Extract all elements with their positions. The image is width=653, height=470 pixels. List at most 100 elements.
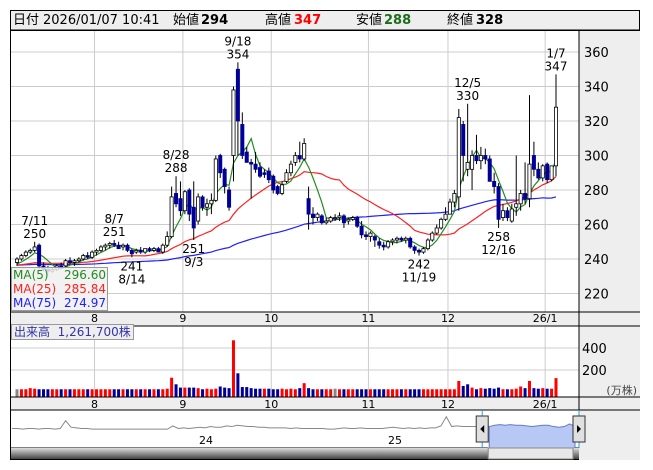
candle-body: [390, 239, 395, 243]
volume-bar: [505, 389, 509, 397]
price-axis-panel: [579, 31, 640, 312]
month-label: 10: [264, 398, 278, 411]
volume-bar: [117, 389, 121, 397]
candle-body: [293, 155, 298, 163]
volume-bar: [245, 387, 249, 397]
volume-bar: [426, 389, 430, 397]
month-label: 12: [441, 312, 455, 325]
volume-bar: [178, 387, 182, 397]
month-label: 10: [264, 312, 278, 325]
volume-bar: [187, 387, 191, 397]
volume-bar: [439, 389, 443, 397]
volume-bar: [395, 389, 399, 397]
candle-body: [545, 163, 550, 181]
volume-bar: [421, 389, 425, 397]
annotation-date: 11/19: [402, 271, 437, 285]
candle-body: [386, 241, 391, 248]
annotation-date: 8/14: [118, 272, 145, 286]
annotation-date: 8/28: [163, 148, 190, 162]
candle-body: [399, 237, 404, 241]
volume-bar: [338, 389, 342, 397]
candle-body: [90, 251, 95, 258]
volume-bar: [156, 389, 160, 397]
volume-bar: [483, 388, 487, 397]
candle-body: [306, 198, 311, 215]
price-tick-label: 280: [584, 184, 609, 199]
month-label: 26/1: [533, 398, 558, 411]
candle-body: [447, 201, 452, 215]
volume-bar: [501, 389, 505, 397]
ma5-label: MA(5): [13, 268, 49, 282]
volume-bar: [209, 389, 213, 397]
candle-body: [244, 151, 249, 163]
volume-bar: [466, 384, 470, 397]
candle-body: [235, 68, 240, 122]
candle-body: [125, 244, 130, 251]
volume-bar: [134, 389, 138, 397]
volume-bar: [293, 389, 297, 397]
annotation-date: 12/16: [481, 243, 516, 257]
candle-body: [549, 165, 554, 181]
volume-bar: [346, 389, 350, 397]
navigator-right-handle[interactable]: [572, 415, 586, 443]
volume-value: 1,261,700株: [57, 325, 131, 339]
volume-bar: [258, 388, 262, 397]
ma75-value: 274.97: [64, 296, 106, 310]
candle-body: [359, 225, 364, 236]
candle-body: [174, 193, 179, 205]
volume-legend: 出来高 1,261,700株: [11, 324, 134, 340]
volume-bar: [28, 388, 32, 397]
candle-body: [333, 217, 338, 220]
volume-bar: [152, 389, 156, 397]
candle-body: [138, 249, 143, 253]
month-label: 11: [361, 398, 375, 411]
candle-body: [337, 215, 342, 218]
candle-body: [160, 244, 165, 253]
volume-tick-label: 200: [582, 364, 607, 379]
candle-body: [147, 248, 152, 251]
candle-body: [280, 184, 285, 194]
candle-body: [63, 260, 68, 267]
ma-legend: MA(5) 296.60 MA(25) 285.84 MA(75) 274.97: [11, 267, 108, 311]
volume-bar: [59, 389, 63, 397]
volume-bar: [77, 389, 81, 397]
volume-bar: [271, 389, 275, 397]
candle-body: [271, 175, 276, 191]
volume-bar: [488, 388, 492, 397]
candle-body: [439, 218, 444, 229]
candle-body: [350, 217, 355, 220]
volume-bar: [373, 389, 377, 397]
volume-bar: [408, 389, 412, 397]
volume-bar: [368, 389, 372, 397]
candle-body: [200, 196, 205, 208]
candle-body: [182, 191, 187, 212]
candle-body: [28, 249, 33, 253]
candle-body: [368, 232, 373, 237]
volume-bar: [457, 381, 461, 397]
candle-body: [240, 124, 245, 156]
candle-body: [249, 161, 254, 165]
volume-bar: [37, 389, 41, 397]
candle-body: [134, 249, 139, 253]
candle-body: [204, 203, 209, 208]
scrollbar-thumb[interactable]: [487, 447, 574, 460]
candle-body: [284, 172, 289, 182]
volume-bar: [342, 389, 346, 397]
annotation-date: 12/5: [454, 76, 481, 90]
volume-bar: [15, 389, 19, 397]
stock-chart[interactable]: 220240260280300320340360200400(万株)889910…: [0, 0, 653, 470]
volume-bar: [448, 389, 452, 397]
candle-body: [487, 158, 492, 182]
volume-bar: [413, 389, 417, 397]
candle-body: [505, 210, 510, 218]
volume-bar: [355, 389, 359, 397]
candle-body: [465, 161, 470, 170]
volume-bar: [479, 388, 483, 397]
volume-bar: [430, 389, 434, 397]
volume-bar: [254, 388, 258, 397]
candle-body: [523, 193, 528, 200]
candle-body: [169, 196, 174, 237]
volume-bar: [510, 389, 514, 397]
navigator-left-handle[interactable]: [475, 415, 489, 443]
annotation-date: 9/3: [184, 255, 203, 269]
